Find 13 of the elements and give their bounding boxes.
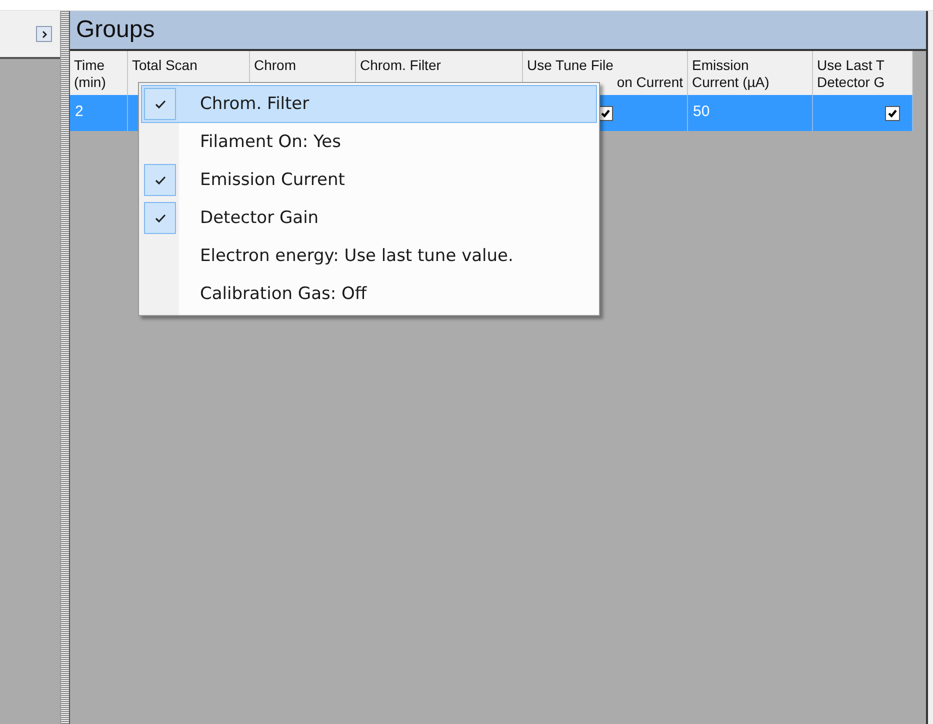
table-cell: 2	[70, 95, 128, 131]
panel-title: Groups	[76, 16, 155, 44]
menu-item[interactable]: Electron energy: Use last tune value.	[141, 237, 597, 275]
menu-item[interactable]: Filament On: Yes	[141, 123, 597, 161]
chevron-right-icon	[40, 30, 48, 38]
expand-button[interactable]	[36, 26, 52, 42]
checkbox[interactable]	[885, 106, 900, 120]
menu-item[interactable]: Emission Current	[141, 161, 597, 199]
menu-item[interactable]: Calibration Gas: Off	[141, 275, 597, 313]
menu-item[interactable]: Chrom. Filter	[141, 85, 597, 123]
splitter[interactable]	[60, 11, 70, 724]
table-cell: 50	[688, 95, 813, 131]
menu-item[interactable]: Detector Gain	[141, 199, 597, 237]
